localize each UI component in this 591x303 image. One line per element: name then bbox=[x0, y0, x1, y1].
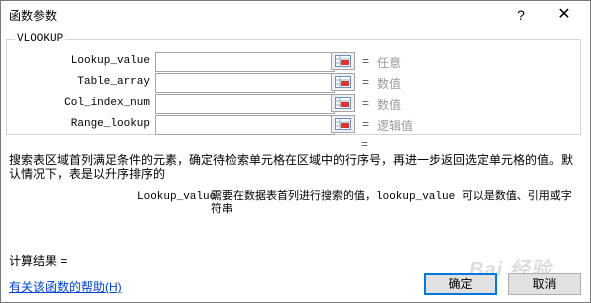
argument-help-text: 需要在数据表首列进行搜索的值，lookup_value 可以是数值、引用或字符串 bbox=[211, 191, 572, 216]
arg-row-range-lookup: Range_lookup = 逻辑值 bbox=[7, 115, 580, 135]
arg-row-table-array: Table_array = 数值 bbox=[7, 73, 580, 93]
function-description: 搜索表区域首列满足条件的元素，确定待检索单元格在区域中的行序号，再进一步返回选定… bbox=[9, 153, 574, 181]
range-select-button[interactable] bbox=[331, 94, 355, 112]
arg-type: 数值 bbox=[377, 98, 402, 112]
arg-label: Lookup_value bbox=[70, 55, 150, 67]
arg-label: Range_lookup bbox=[70, 118, 150, 130]
arg-row-col-index-num: Col_index_num = 数值 bbox=[7, 94, 580, 114]
collapse-dialog-icon bbox=[335, 118, 351, 130]
arg-equals: = bbox=[362, 96, 370, 110]
cancel-button[interactable]: 取消 bbox=[508, 273, 581, 295]
arg-label: Table_array bbox=[77, 76, 150, 88]
function-name: VLOOKUP bbox=[15, 33, 66, 45]
argument-name: Lookup_value bbox=[137, 191, 217, 203]
arg-label: Col_index_num bbox=[64, 97, 150, 109]
collapse-dialog-icon bbox=[335, 76, 351, 88]
dialog-title: 函数参数 bbox=[9, 9, 58, 23]
function-arguments-dialog: 函数参数 ? ✕ VLOOKUP Lookup_value = 任意 Table… bbox=[0, 0, 591, 303]
col-index-num-input[interactable] bbox=[155, 94, 335, 114]
close-icon[interactable]: ✕ bbox=[553, 5, 575, 25]
collapse-dialog-icon bbox=[335, 55, 351, 67]
range-select-button[interactable] bbox=[331, 52, 355, 70]
arg-row-lookup-value: Lookup_value = 任意 bbox=[7, 52, 580, 72]
calculation-result-label: 计算结果 = bbox=[9, 254, 68, 268]
lookup-value-input[interactable] bbox=[155, 52, 335, 72]
arg-equals: = bbox=[362, 117, 370, 131]
help-question-icon[interactable]: ? bbox=[511, 5, 531, 25]
function-args-group: VLOOKUP Lookup_value = 任意 Table_array = … bbox=[6, 33, 581, 135]
arg-type: 任意 bbox=[377, 56, 402, 70]
range-lookup-input[interactable] bbox=[155, 115, 335, 135]
formula-result-equals: = bbox=[361, 137, 369, 151]
range-select-button[interactable] bbox=[331, 73, 355, 91]
range-select-button[interactable] bbox=[331, 115, 355, 133]
arg-type: 逻辑值 bbox=[377, 119, 414, 133]
title-bar: 函数参数 ? ✕ bbox=[1, 1, 590, 29]
arg-equals: = bbox=[362, 75, 370, 89]
arg-equals: = bbox=[362, 54, 370, 68]
arg-type: 数值 bbox=[377, 77, 402, 91]
function-help-link[interactable]: 有关该函数的帮助(H) bbox=[9, 278, 122, 295]
collapse-dialog-icon bbox=[335, 97, 351, 109]
table-array-input[interactable] bbox=[155, 73, 335, 93]
ok-button[interactable]: 确定 bbox=[424, 273, 497, 295]
